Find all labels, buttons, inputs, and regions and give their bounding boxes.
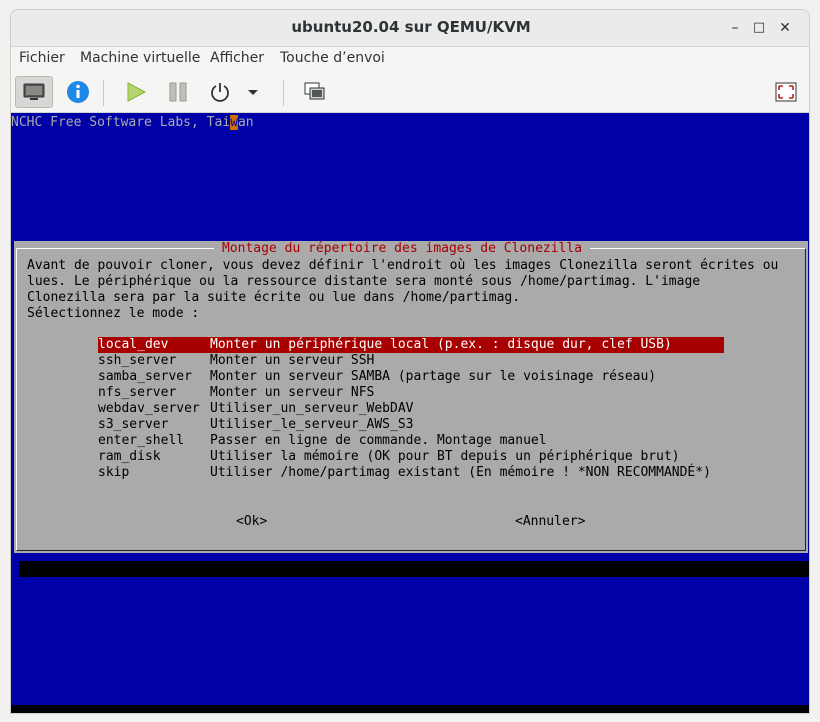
info-icon xyxy=(67,81,89,103)
vm-console-screen[interactable]: NCHC Free Software Labs, Taiwan Montage … xyxy=(11,113,809,713)
pause-button[interactable] xyxy=(159,76,197,108)
option-nfs-server[interactable]: nfs_server Monter un serveur NFS xyxy=(98,385,724,401)
ok-button[interactable]: <Ok> xyxy=(236,514,267,529)
shutdown-menu-button[interactable] xyxy=(241,76,265,108)
option-s3-server[interactable]: s3_server Utiliser_le_serveur_AWS_S3 xyxy=(98,417,724,433)
close-button[interactable]: ✕ xyxy=(774,17,796,39)
details-button[interactable] xyxy=(59,76,97,108)
dialog-title: Montage du répertoire des images de Clon… xyxy=(214,241,591,256)
clonezilla-dialog: Montage du répertoire des images de Clon… xyxy=(14,241,808,553)
pause-icon xyxy=(169,82,187,102)
shutdown-button[interactable] xyxy=(201,76,239,108)
play-icon xyxy=(127,82,147,102)
menu-machine-virtuelle[interactable]: Machine virtuelle xyxy=(80,50,200,66)
toolbar xyxy=(11,72,809,113)
fullscreen-button[interactable] xyxy=(767,76,805,108)
window-title: ubuntu20.04 sur QEMU/KVM xyxy=(291,18,531,36)
fullscreen-icon xyxy=(775,82,797,102)
option-enter-shell[interactable]: enter_shell Passer en ligne de commande. … xyxy=(98,433,724,449)
console-bottom-border xyxy=(11,705,809,713)
monitor-icon xyxy=(23,83,45,100)
cancel-button[interactable]: <Annuler> xyxy=(515,514,585,529)
dialog-text: Avant de pouvoir cloner, vous devez défi… xyxy=(27,258,779,321)
menu-fichier[interactable]: Fichier xyxy=(19,50,65,66)
vm-window: ubuntu20.04 sur QEMU/KVM – □ ✕ Fichier M… xyxy=(10,9,810,714)
option-samba-server[interactable]: samba_server Monter un serveur SAMBA (par… xyxy=(98,369,724,385)
chevron-down-icon xyxy=(248,90,258,95)
menu-bar: Fichier Machine virtuelle Afficher Touch… xyxy=(11,46,809,72)
option-local-dev[interactable]: local_dev Monter un périphérique local (p… xyxy=(98,337,724,353)
power-icon xyxy=(211,83,229,102)
menu-afficher[interactable]: Afficher xyxy=(210,50,264,66)
console-view-button[interactable] xyxy=(15,76,53,108)
run-button[interactable] xyxy=(117,76,155,108)
mode-options-list: local_dev Monter un périphérique local (p… xyxy=(98,337,724,481)
option-ram-disk[interactable]: ram_disk Utiliser la mémoire (OK pour BT … xyxy=(98,449,724,465)
dialog-shadow xyxy=(19,561,809,577)
snapshots-button[interactable] xyxy=(296,76,334,108)
text-cursor: w xyxy=(230,115,238,130)
option-skip[interactable]: skip Utiliser /home/partimag existant (En… xyxy=(98,465,724,481)
console-header-text: NCHC Free Software Labs, Taiwan xyxy=(11,115,254,130)
option-webdav-server[interactable]: webdav_server Utiliser_un_serveur_WebDAV xyxy=(98,401,724,417)
title-bar: ubuntu20.04 sur QEMU/KVM – □ ✕ xyxy=(11,10,809,47)
snapshot-icon xyxy=(304,82,325,100)
option-ssh-server[interactable]: ssh_server Monter un serveur SSH xyxy=(98,353,724,369)
menu-touche-envoi[interactable]: Touche d’envoi xyxy=(280,50,385,66)
maximize-button[interactable]: □ xyxy=(748,17,770,39)
minimize-button[interactable]: – xyxy=(724,17,746,39)
